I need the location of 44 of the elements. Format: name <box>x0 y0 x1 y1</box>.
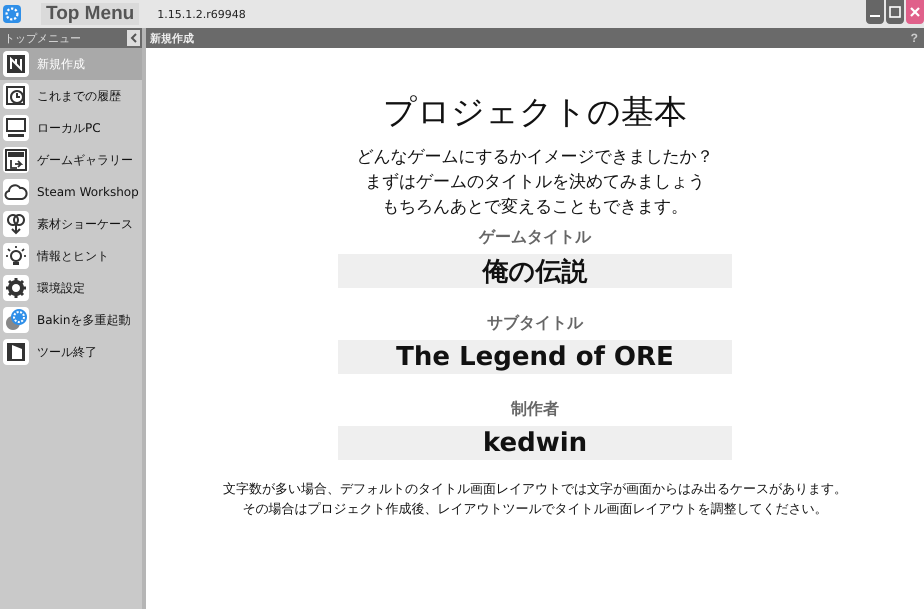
sidebar-item[interactable]: ゲームギャラリー <box>0 144 142 176</box>
cloud-icon <box>3 179 29 205</box>
text-field[interactable]: 俺の伝説 <box>338 254 732 288</box>
minimize-button[interactable] <box>866 0 884 24</box>
app-logo-text: Top Menu <box>41 3 140 25</box>
intro-text: もちろんあとで変えることもできます。 <box>382 196 688 219</box>
sidebar-title: トップメニュー <box>4 30 81 46</box>
monitor-icon <box>3 115 29 141</box>
stacked-circles-icon <box>3 307 29 333</box>
page-title: プロジェクトの基本 <box>383 91 687 133</box>
exit-door-icon <box>3 339 29 365</box>
field-label: ゲームタイトル <box>479 226 591 248</box>
field-label: サブタイトル <box>487 312 583 334</box>
version-label: 1.15.1.2.r69948 <box>157 8 246 20</box>
sidebar-item[interactable]: ローカルPC <box>0 112 142 144</box>
close-button[interactable] <box>906 0 924 24</box>
field-label: 制作者 <box>511 398 559 420</box>
intro-text: どんなゲームにするかイメージできましたか？ <box>356 146 714 169</box>
new-file-icon <box>3 51 29 77</box>
text-field[interactable]: The Legend of ORE <box>338 340 732 374</box>
close-icon <box>910 7 920 17</box>
settings-icon <box>3 275 29 301</box>
chevron-left-icon <box>130 33 138 43</box>
sidebar-item[interactable]: Steam Workshop <box>0 176 142 208</box>
collapse-button[interactable] <box>127 30 140 46</box>
app-logo-icon <box>3 5 21 23</box>
note-text: その場合はプロジェクト作成後、レイアウトツールでタイトル画面レイアウトを調整してください。 <box>242 501 828 519</box>
lightbulb-icon <box>3 243 29 269</box>
sidebar-item[interactable]: これまでの履歴 <box>0 80 142 112</box>
minimize-icon <box>870 15 880 17</box>
maximize-button[interactable] <box>886 0 904 24</box>
page-header-title: 新規作成 <box>150 30 194 46</box>
text-field[interactable]: kedwin <box>338 426 732 460</box>
download-icon <box>3 211 29 237</box>
sidebar-item[interactable]: 環境設定 <box>0 272 142 304</box>
clock-icon <box>3 83 29 109</box>
intro-text: まずはゲームのタイトルを決めてみましょう <box>365 171 705 194</box>
sidebar-item[interactable]: Bakinを多重起動 <box>0 304 142 336</box>
gallery-icon <box>3 147 29 173</box>
sidebar-item[interactable]: 情報とヒント <box>0 240 142 272</box>
maximize-icon <box>889 6 901 18</box>
sidebar-item[interactable]: ツール終了 <box>0 336 142 368</box>
sidebar-item[interactable]: 素材ショーケース <box>0 208 142 240</box>
note-text: 文字数が多い場合、デフォルトのタイトル画面レイアウトでは文字が画面からはみ出るケースがあります。 <box>223 481 847 499</box>
